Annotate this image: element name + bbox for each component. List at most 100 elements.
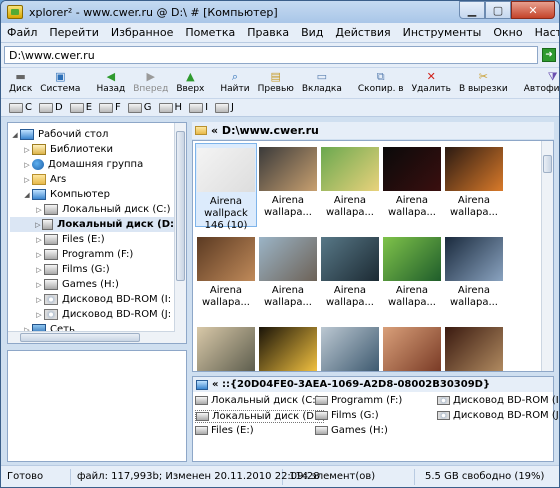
expand-icon[interactable]: ▷ [22, 161, 32, 169]
expand-icon[interactable]: ▷ [34, 206, 44, 214]
go-icon[interactable]: ➜ [542, 48, 556, 62]
address-input[interactable] [4, 46, 538, 64]
tree-item[interactable]: ▷ Локальный диск (D: [10, 217, 174, 232]
forward-button[interactable]: ▶ Вперед [129, 70, 172, 94]
optical-drive-icon [437, 396, 450, 405]
filter-button[interactable]: ⧩Автофильтр [520, 70, 559, 94]
drive-button[interactable]: D [38, 102, 63, 113]
maximize-button[interactable]: ▢ [485, 1, 511, 19]
collapse-icon[interactable]: ◢ [10, 131, 20, 139]
thumbnail-view[interactable]: Airena wallpack 146 (10) Airena wallapa... Ai… [192, 140, 554, 372]
drive-button[interactable]: G [127, 102, 152, 113]
thumbnail-tile[interactable]: Airenawallapa... [443, 323, 505, 371]
tree-item[interactable]: ▷ Files (E:) [10, 232, 174, 247]
preview-button[interactable]: ▤ Превью [254, 70, 298, 94]
computer-pane[interactable]: « ::{20D04FE0-3AEA-1069-A2D8-08002B30309… [192, 376, 559, 462]
tree-item[interactable]: ▷ Games (H:) [10, 277, 174, 292]
tree-item[interactable]: ▷ Films (G:) [10, 262, 174, 277]
collapse-icon[interactable]: ◢ [22, 191, 32, 199]
computer-drive-item[interactable]: Дисковод BD-ROM (I:) [437, 395, 559, 406]
copy-to-button[interactable]: ⧉ Скопир. в [354, 70, 408, 94]
thumbnail-tile[interactable]: Airenawallapa... [319, 143, 381, 227]
computer-drive-item[interactable]: Files (E:) [195, 425, 254, 436]
find-button[interactable]: ⌕ Найти [216, 70, 253, 94]
minimize-button[interactable]: ▁ [459, 1, 485, 19]
drive-button[interactable]: F [99, 102, 121, 113]
thumbnail-label: wallapa... [449, 297, 498, 308]
drive-button[interactable]: J [215, 102, 234, 113]
menu-item[interactable]: Инструменты [397, 26, 488, 39]
computer-drive-item[interactable]: Films (G:) [315, 410, 379, 421]
thumbnail-tile[interactable]: Airenawallapa... [319, 233, 381, 317]
up-button[interactable]: ▲ Вверх [172, 70, 208, 94]
computer-drive-item[interactable]: Дисковод BD-ROM (J:) [437, 410, 559, 421]
thumbnail-tile[interactable]: Airenawallapa... [443, 233, 505, 317]
app-window: xplorer² - www.cwer.ru @ D:\ # [Компьюте… [0, 0, 560, 488]
expand-icon[interactable]: ▷ [34, 296, 44, 304]
computer-path[interactable]: « ::{20D04FE0-3AEA-1069-A2D8-08002B30309… [193, 377, 553, 392]
scrap-button[interactable]: ✂ В вырезки [455, 70, 512, 94]
thumbnail-tile[interactable]: Airenawallapa... [381, 143, 443, 227]
menu-item[interactable]: Окно [487, 26, 528, 39]
drive-button[interactable]: E [69, 102, 92, 113]
computer-drive-item[interactable]: Games (H:) [315, 425, 388, 436]
thumbnail-vertical-scrollbar[interactable] [541, 141, 553, 371]
thumbnail-tile[interactable]: Airenawallapa... [443, 143, 505, 227]
drive-button[interactable]: H [158, 102, 182, 113]
thumbnail-tile[interactable]: Airenawallapa... [381, 233, 443, 317]
tree-item[interactable]: ▷ Дисковод BD-ROM (J: [10, 307, 174, 322]
tree-vertical-scrollbar[interactable] [174, 123, 186, 343]
expand-icon[interactable]: ▷ [34, 251, 44, 259]
tree-horizontal-scrollbar[interactable] [8, 331, 175, 343]
menu-item[interactable]: Вид [295, 26, 329, 39]
back-button[interactable]: ◀ Назад [92, 70, 129, 94]
menu-item[interactable]: Пометка [179, 26, 241, 39]
drive-icon [315, 426, 328, 435]
drive-button[interactable]: I [189, 102, 208, 113]
thumbnail-tile[interactable]: Airenawallapa... [257, 143, 319, 227]
computer-drive-item[interactable]: Локальный диск (D:) [195, 410, 325, 423]
tree-item[interactable]: ▷ Programm (F:) [10, 247, 174, 262]
drive-button[interactable]: C [9, 102, 32, 113]
title-bar[interactable]: xplorer² - www.cwer.ru @ D:\ # [Компьюте… [1, 1, 559, 23]
thumbnail-tile[interactable]: Airenawallapa... [195, 233, 257, 317]
menu-item[interactable]: Действия [329, 26, 396, 39]
expand-icon[interactable]: ▷ [34, 236, 44, 244]
thumbnail-tile[interactable]: Airenawallapa... [381, 323, 443, 371]
drive-letter: I [205, 102, 209, 113]
tree-item[interactable]: ▷ Дисковод BD-ROM (I: [10, 292, 174, 307]
close-button[interactable]: ✕ [511, 1, 555, 19]
menu-item[interactable]: Файл [1, 26, 43, 39]
tree-item[interactable]: ▷ Локальный диск (C:) [10, 202, 174, 217]
expand-icon[interactable]: ▷ [34, 266, 44, 274]
delete-button[interactable]: ✕ Удалить [408, 70, 455, 94]
thumbnail-tile[interactable]: Airenawallapa... [257, 323, 319, 371]
menu-item[interactable]: Перейти [43, 26, 105, 39]
system-button[interactable]: ▣ Система [36, 70, 84, 94]
tree-item-label: Дисковод BD-ROM (J: [62, 309, 172, 320]
expand-icon[interactable]: ▷ [34, 311, 44, 319]
folder-path[interactable]: « D:\www.cwer.ru [192, 122, 554, 139]
menu-item[interactable]: Настроить [529, 26, 559, 39]
tab-button[interactable]: ▭ Вкладка [298, 70, 346, 94]
computer-drive-item[interactable]: Programm (F:) [315, 395, 402, 406]
thumbnail-tile[interactable]: Airenawallapa... [257, 233, 319, 317]
drive-icon [44, 204, 58, 215]
expand-icon[interactable]: ▷ [22, 176, 32, 184]
expand-icon[interactable]: ▷ [34, 221, 42, 229]
expand-icon[interactable]: ▷ [34, 281, 44, 289]
expand-icon[interactable]: ▷ [22, 146, 32, 154]
menu-item[interactable]: Избранное [105, 26, 179, 39]
tree-item[interactable]: ▷ Ars [10, 172, 174, 187]
tree-item[interactable]: ▷ Библиотеки [10, 142, 174, 157]
tree-item[interactable]: ▷ Домашняя группа [10, 157, 174, 172]
tree-item[interactable]: ◢ Компьютер [10, 187, 174, 202]
thumbnail-tile[interactable]: Airenawallapa... [195, 323, 257, 371]
thumbnail-tile[interactable]: Airena wallpack 146 (10) [195, 143, 257, 231]
tree-item[interactable]: ◢ Рабочий стол [10, 127, 174, 142]
computer-drive-item[interactable]: Локальный диск (C:) [195, 395, 320, 406]
menu-item[interactable]: Правка [241, 26, 295, 39]
drive-button[interactable]: ▬ Диск [5, 70, 36, 94]
folder-tree[interactable]: ◢ Рабочий стол ▷ Библиотеки ▷ Домашняя группа… [7, 122, 187, 344]
thumbnail-tile[interactable]: Airenawallapa... [319, 323, 381, 371]
